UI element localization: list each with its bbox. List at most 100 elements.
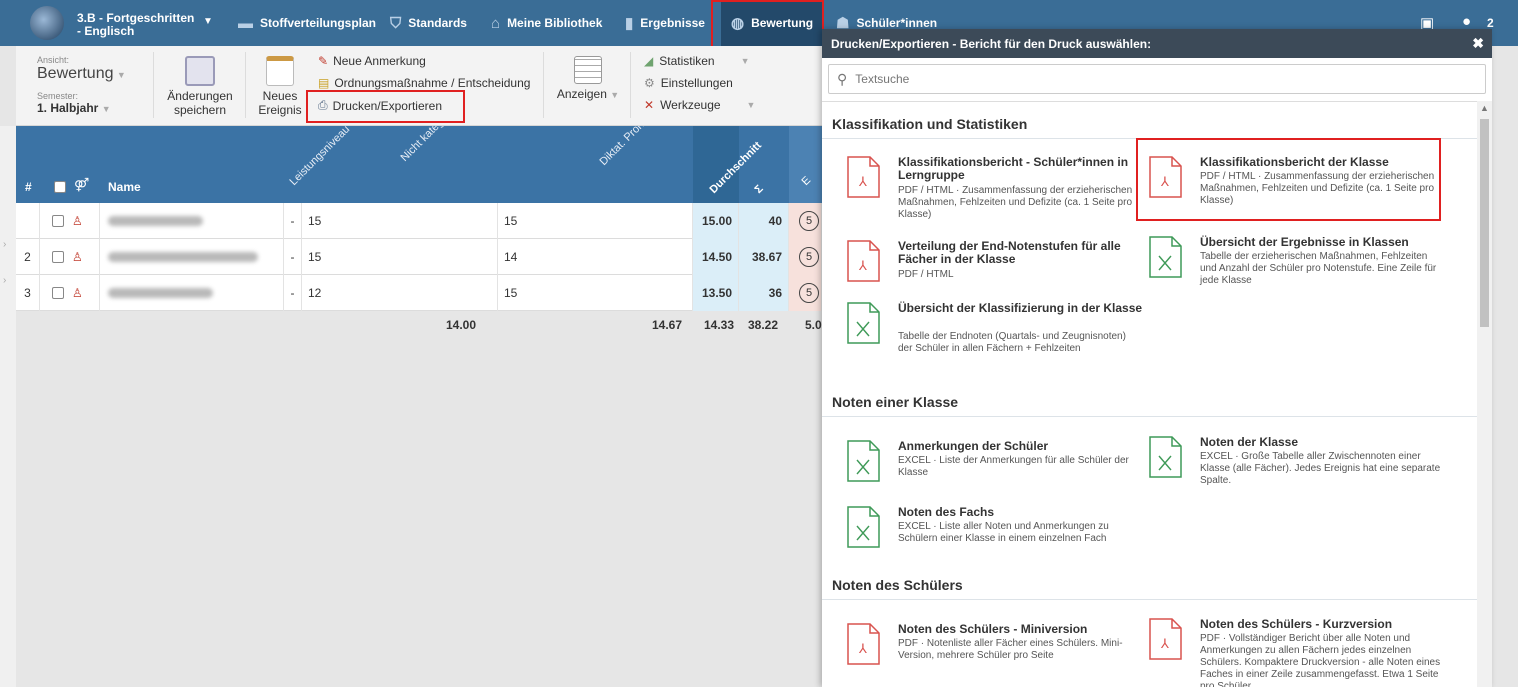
left-collapse-strip[interactable]: › › (0, 126, 16, 687)
search-box[interactable]: ⚲ (828, 64, 1486, 94)
row-checkbox[interactable] (52, 251, 64, 263)
class-name-line2: - Englisch (77, 24, 135, 38)
report-description: PDF / HTML · Zusammenfassung der erziehe… (1200, 171, 1435, 206)
class-selector[interactable]: 3.B - Fortgeschritten - Englisch (77, 12, 194, 38)
chevron-down-icon[interactable]: ▼ (203, 16, 213, 27)
nav-bewertung[interactable]: ◍ Bewertung (721, 0, 824, 46)
nav-label: Standards (408, 16, 467, 30)
settings-button[interactable]: ⚙ Einstellungen (644, 76, 733, 90)
grade-circle[interactable]: 5 (799, 247, 819, 267)
row-number: 3 (16, 275, 40, 311)
level-cell[interactable]: - (284, 203, 302, 239)
view-label: Ansicht: (37, 55, 70, 65)
header-dictation[interactable]: Diktat. Pronomen (598, 126, 667, 168)
bar-chart-icon: ▮ (625, 15, 634, 32)
settings-label: Einstellungen (660, 76, 733, 90)
nav-ergebnisse[interactable]: ▮ Ergebnisse (625, 0, 705, 46)
chevron-right-icon[interactable]: › (3, 275, 6, 286)
row-checkbox[interactable] (52, 287, 64, 299)
summary-grade: 5.0 (805, 318, 822, 332)
nav-stoffverteilungsplan[interactable]: ▬ Stoffverteilungsplan (238, 0, 376, 46)
semester-selector[interactable]: Semester: 1. Halbjahr ▼ (37, 91, 111, 115)
gender-icon: ⚤ (74, 177, 90, 192)
ribbon-divider (543, 52, 544, 118)
chevron-down-icon: ▼ (740, 56, 750, 66)
search-input[interactable] (855, 72, 1456, 86)
print-export-panel: Drucken/Exportieren - Bericht für den Dr… (822, 29, 1492, 687)
table-row[interactable]: 3 ♙ - 12 15 13.50 36 5 (16, 275, 822, 311)
nav-meine-bibliothek[interactable]: ⌂ Meine Bibliothek (491, 0, 602, 46)
floppy-disk-icon (185, 56, 215, 86)
pdf-file-icon: ⅄ (847, 156, 880, 198)
level-cell[interactable]: - (284, 239, 302, 275)
discipline-label: Ordnungsmaßnahme / Entscheidung (334, 76, 531, 90)
uncategorized-cell[interactable]: 12 (302, 275, 498, 311)
dictation-cell[interactable]: 15 (498, 275, 693, 311)
scroll-up-icon[interactable]: ▲ (1480, 103, 1489, 113)
row-checkbox[interactable] (52, 215, 64, 227)
nav-label: Meine Bibliothek (507, 16, 603, 30)
report-description: PDF / HTML · Zusammenfassung der erziehe… (898, 185, 1133, 220)
chevron-right-icon[interactable]: › (3, 239, 6, 250)
sum-cell: 36 (739, 275, 789, 311)
grade-circle[interactable]: 5 (799, 211, 819, 231)
panel-header: Drucken/Exportieren - Bericht für den Dr… (822, 29, 1492, 58)
select-all-checkbox[interactable] (54, 181, 66, 193)
pdf-file-icon: ⅄ (847, 240, 880, 282)
header-level[interactable]: Leistungsniveau (288, 126, 353, 188)
new-event-button[interactable]: Neues Ereignis (254, 56, 306, 117)
report-title: Noten der Klasse (1200, 435, 1299, 449)
student-avatar-icon: ♙ (72, 214, 83, 228)
svg-text:⅄: ⅄ (858, 259, 867, 274)
report-description: PDF / HTML (898, 269, 954, 280)
grade-circle[interactable]: 5 (799, 283, 819, 303)
report-title: Klassifikationsbericht - Schüler*innen i… (898, 155, 1129, 182)
printer-icon: ⎙ (318, 98, 328, 112)
report-title: Noten des Schülers - Miniversion (898, 622, 1088, 636)
messages-count-badge: 2 (1487, 16, 1494, 30)
header-number: # (25, 180, 32, 194)
dictation-cell[interactable]: 15 (498, 203, 693, 239)
pdf-file-icon: ⅄ (1149, 618, 1182, 660)
chevron-down-icon: ▼ (116, 70, 126, 80)
save-changes-button[interactable]: Änderungen speichern (164, 56, 236, 117)
discipline-button[interactable]: ▤ Ordnungsmaßnahme / Entscheidung (318, 76, 530, 90)
dictation-cell[interactable]: 14 (498, 239, 693, 275)
table-row[interactable]: 2 ♙ - 15 14 14.50 38.67 5 (16, 239, 822, 275)
student-avatar-icon: ♙ (72, 250, 83, 264)
statistics-button[interactable]: ◢ Statistiken ▼ (644, 54, 750, 68)
uncategorized-cell[interactable]: 15 (302, 239, 498, 275)
view-selector[interactable]: Ansicht: Bewertung ▼ (37, 55, 126, 83)
average-cell: 14.50 (693, 239, 739, 275)
panel-scrollbar[interactable]: ▲ (1477, 101, 1492, 687)
print-export-button[interactable]: ⎙ Drucken/Exportieren (318, 98, 442, 113)
section-title: Noten einer Klasse (822, 394, 1477, 417)
header-sum[interactable]: Σ (753, 183, 766, 196)
class-avatar-icon[interactable] (30, 6, 64, 40)
chat-icon[interactable]: ● (1462, 13, 1471, 30)
report-title: Verteilung der End-Notenstufen für alle … (898, 239, 1121, 266)
show-label: Anzeigen (556, 87, 607, 101)
sum-cell: 40 (739, 203, 789, 239)
tools-button[interactable]: ✕ Werkzeuge ▼ (644, 98, 755, 112)
scrollbar-thumb[interactable] (1480, 119, 1489, 327)
summary-row: 14.00 14.67 14.33 38.22 5.0 (16, 311, 822, 337)
excel-file-icon (847, 302, 880, 344)
average-cell: 13.50 (693, 275, 739, 311)
close-icon[interactable]: ✖ (1472, 35, 1484, 52)
table-row[interactable]: ♙ - 15 15 15.00 40 5 (16, 203, 822, 239)
area-chart-icon: ◢ (644, 54, 654, 68)
uncategorized-cell[interactable]: 15 (302, 203, 498, 239)
student-name-blurred (108, 288, 213, 298)
print-export-label: Drucken/Exportieren (332, 98, 442, 113)
ribbon-divider (245, 52, 246, 118)
level-cell[interactable]: - (284, 275, 302, 311)
header-uncategorized[interactable]: Nicht kategorisiert (399, 126, 470, 164)
new-remark-button[interactable]: ✎ Neue Anmerkung (318, 54, 426, 68)
show-button[interactable]: Anzeigen ▼ (554, 56, 622, 102)
report-list: Klassifikation und Statistiken ⅄ Klassif… (822, 101, 1477, 687)
report-description: EXCEL · Liste aller Noten und Anmerkunge… (898, 521, 1109, 544)
calendar-add-icon (266, 56, 294, 86)
svg-text:⅄: ⅄ (858, 642, 867, 657)
nav-standards[interactable]: ⛉ Standards (390, 0, 467, 46)
